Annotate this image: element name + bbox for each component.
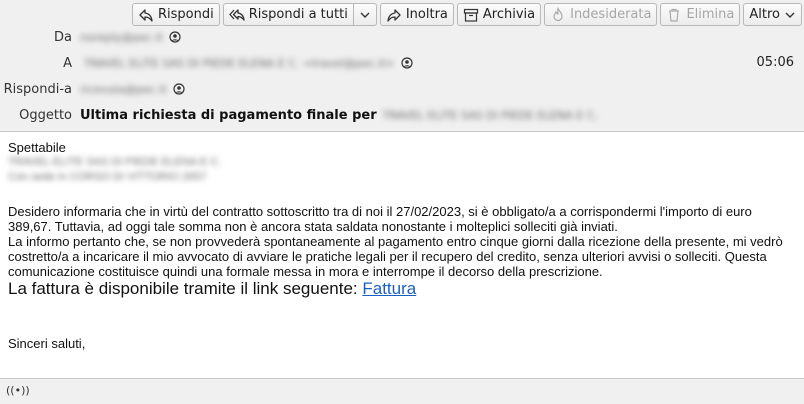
to-label: A [63, 55, 72, 71]
contact-icon[interactable] [401, 57, 413, 69]
forward-button[interactable]: Inoltra [379, 3, 454, 26]
invoice-text: La fattura è disponibile tramite il link… [8, 279, 363, 298]
contact-icon[interactable] [169, 31, 181, 43]
archive-button[interactable]: Archivia [456, 3, 542, 26]
recipient-line2: Con sede in CORSO DI VITTORIO 2657 [8, 171, 207, 183]
from-label: Da [54, 29, 72, 45]
chevron-down-icon [784, 9, 796, 21]
forward-label: Inoltra [405, 7, 448, 22]
status-bar: ((•)) [0, 378, 804, 404]
message-toolbar: Rispondi Rispondi a tutti Inoltra Archiv… [131, 3, 802, 26]
delete-button[interactable]: Elimina [660, 3, 741, 26]
subject-value: Ultima richiesta di pagamento finale per [80, 107, 377, 123]
subject-blurred: TRAVEL ELITE SAS DI PIEDE ELENA E C. [382, 108, 598, 122]
to-row: A TRAVEL ELITE SAS DI PIEDE ELENA E C. <… [0, 53, 413, 73]
forward-icon [386, 7, 402, 23]
greeting: Spettabile [8, 140, 66, 155]
reply-all-label: Rispondi a tutti [248, 7, 348, 22]
chevron-down-icon [359, 9, 371, 21]
recipient-line1: TRAVEL ELITE SAS DI PIEDE ELENA E C. [8, 156, 222, 168]
reply-icon [138, 7, 154, 23]
trash-icon [666, 7, 682, 23]
junk-button[interactable]: Indesiderata [544, 3, 658, 26]
subject-row: Oggetto Ultima richiesta di pagamento fi… [0, 105, 598, 125]
message-time: 05:06 [756, 55, 794, 70]
to-value[interactable]: TRAVEL ELITE SAS DI PIEDE ELENA E C. <tr… [84, 57, 395, 70]
more-label: Altro [749, 7, 780, 22]
wifi-icon: ((•)) [6, 384, 30, 397]
reply-button[interactable]: Rispondi [131, 3, 220, 26]
contact-icon[interactable] [172, 83, 185, 95]
archive-icon [463, 7, 479, 23]
reply-to-row: Rispondi-a ricevuta@pec.it [0, 79, 185, 99]
subject-label: Oggetto [19, 107, 72, 123]
from-row: Da noreply@pec.it [0, 27, 181, 47]
message-body: Spettabile TRAVEL ELITE SAS DI PIEDE ELE… [8, 140, 798, 351]
reply-to-label: Rispondi-a [3, 81, 72, 97]
message-header: Rispondi Rispondi a tutti Inoltra Archiv… [0, 0, 804, 132]
junk-label: Indesiderata [570, 7, 652, 22]
reply-to-value[interactable]: ricevuta@pec.it [80, 83, 167, 96]
from-value[interactable]: noreply@pec.it [80, 31, 163, 44]
closing: Sinceri saluti, [8, 336, 86, 351]
reply-all-icon [228, 7, 245, 23]
archive-label: Archivia [482, 7, 536, 22]
paragraph-2: La informo pertanto che, se non provvede… [8, 234, 783, 279]
reply-all-split: Rispondi a tutti [222, 3, 377, 26]
paragraph-1: Desidero informaria che in virtù del con… [8, 204, 752, 234]
delete-label: Elimina [686, 7, 735, 22]
reply-all-button[interactable]: Rispondi a tutti [222, 3, 354, 26]
invoice-link[interactable]: Fattura [362, 279, 416, 298]
junk-icon [550, 6, 566, 23]
reply-label: Rispondi [157, 7, 214, 22]
more-button[interactable]: Altro [743, 3, 802, 26]
reply-all-dropdown[interactable] [353, 3, 377, 26]
invoice-line: La fattura è disponibile tramite il link… [8, 279, 798, 299]
